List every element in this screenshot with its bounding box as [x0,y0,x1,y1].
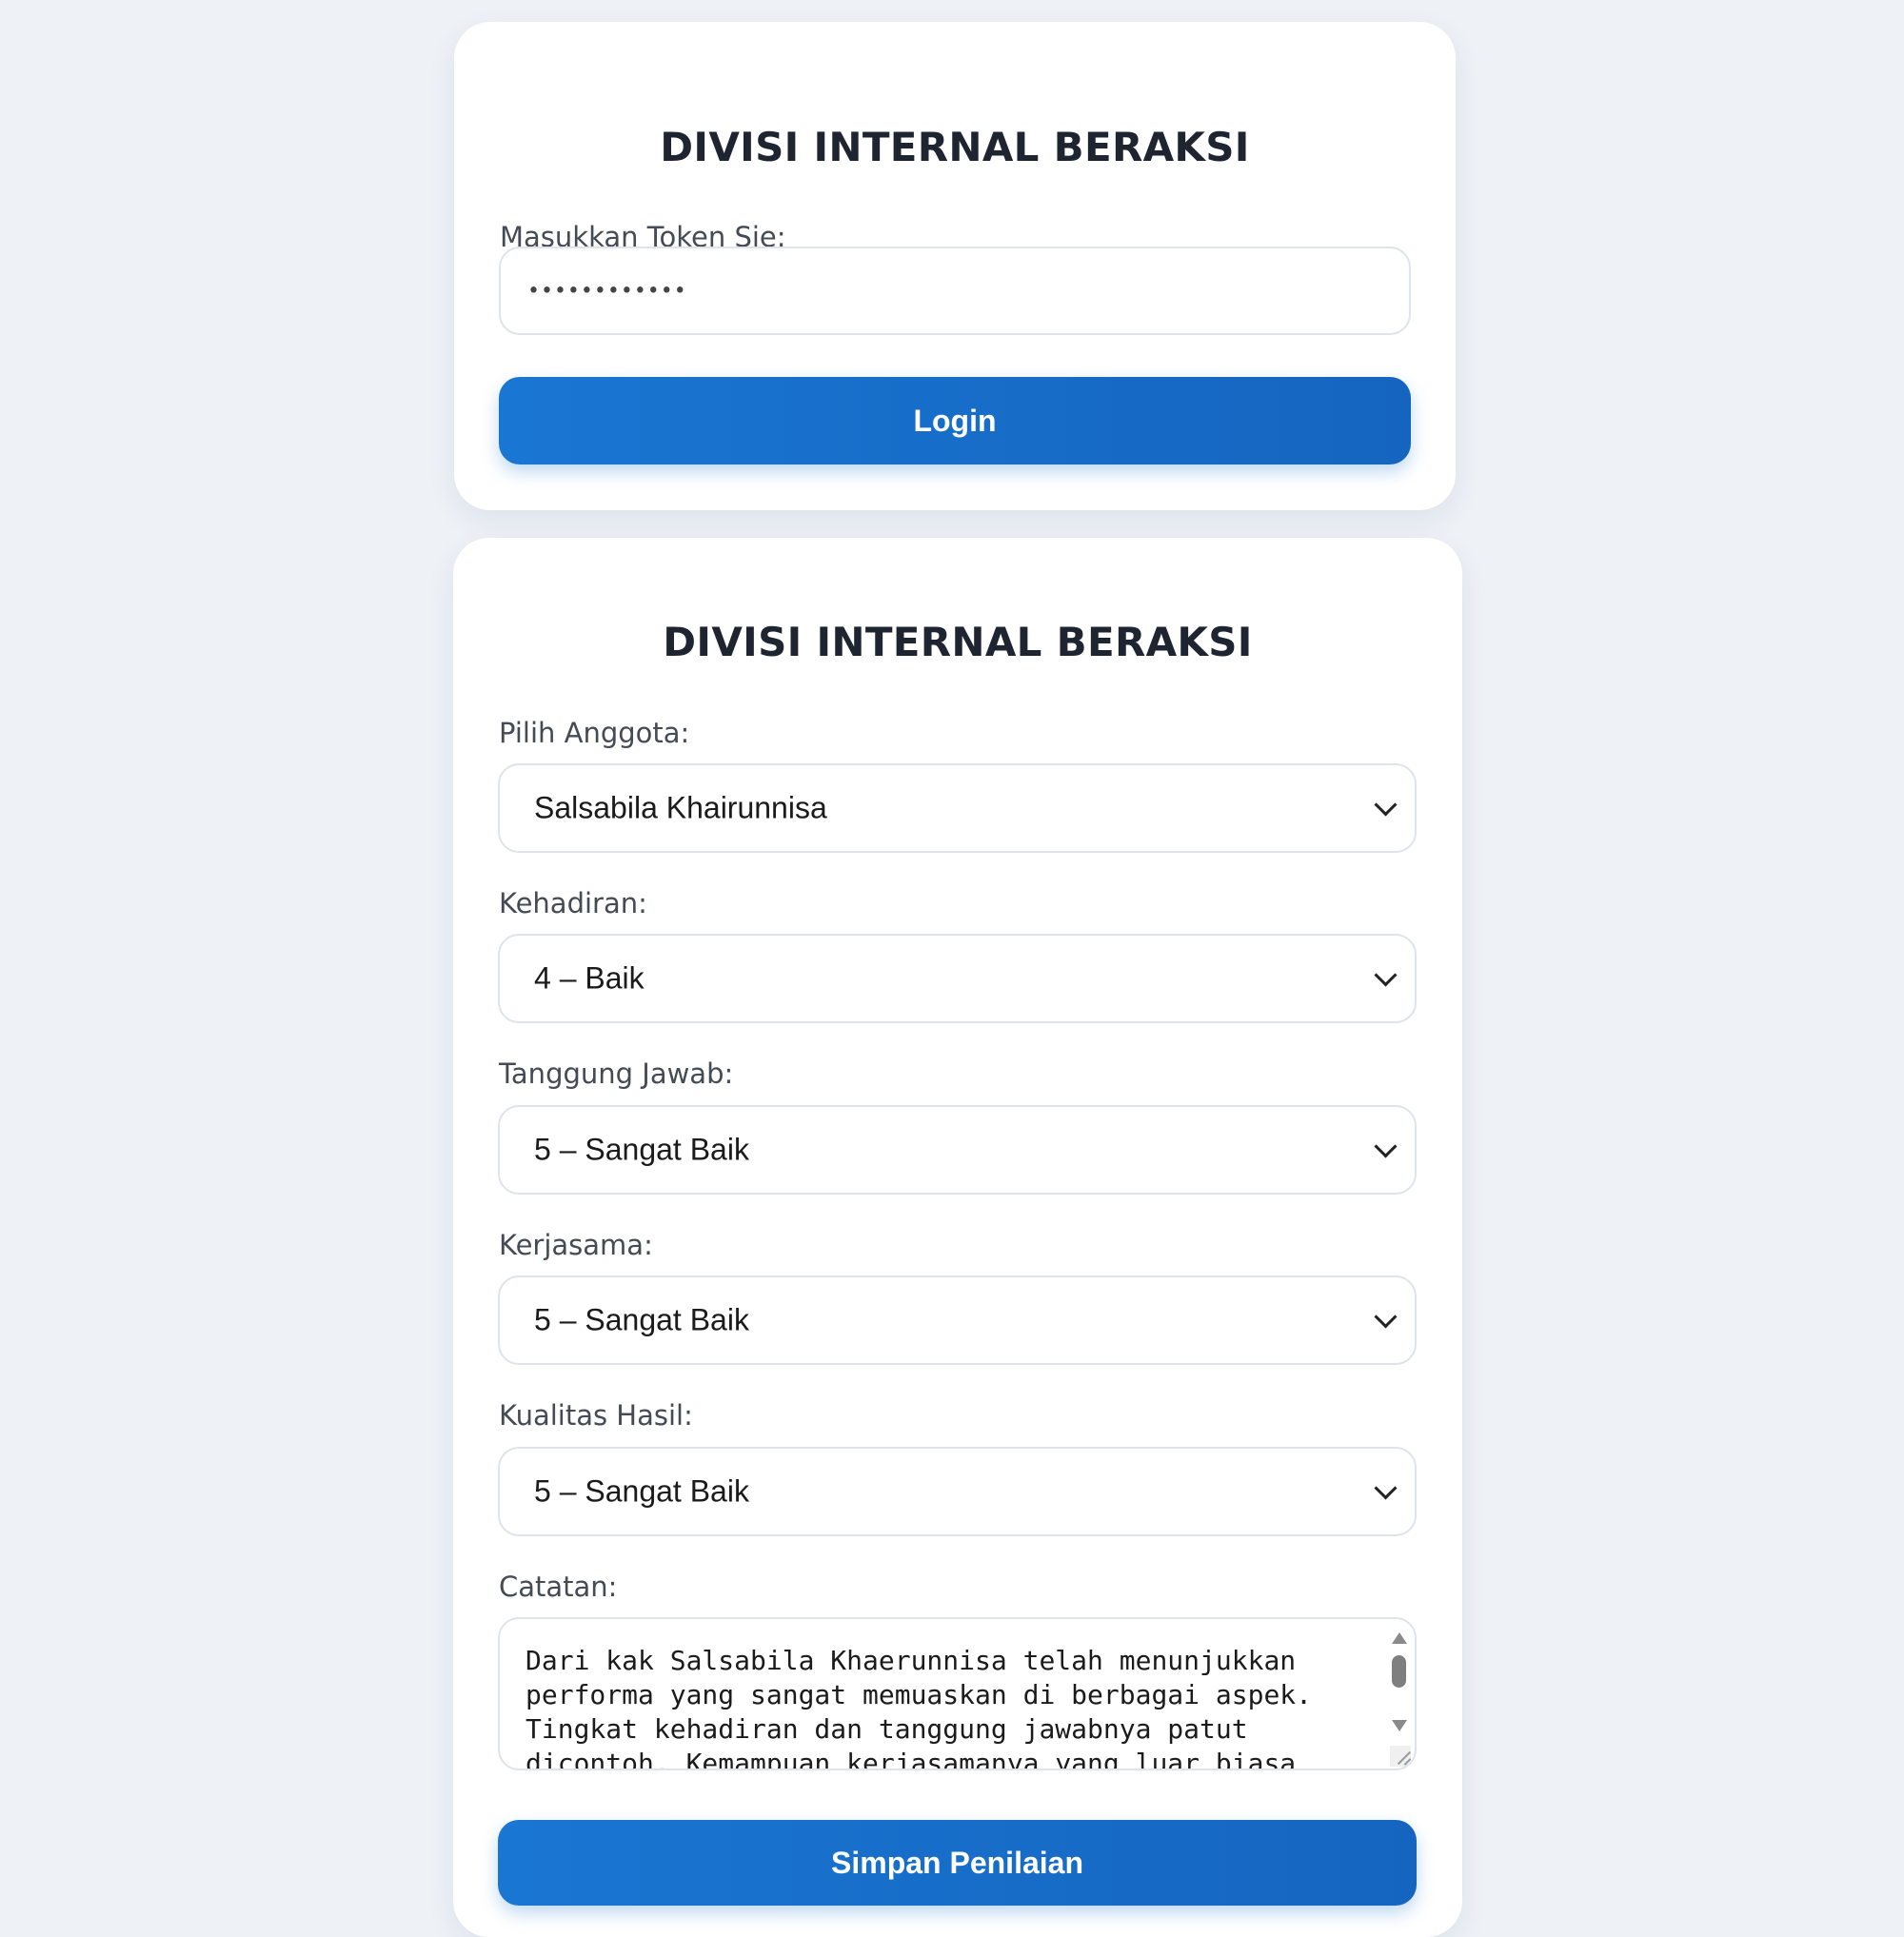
chevron-down-icon [1374,963,1398,987]
arrow-down-icon[interactable] [1392,1720,1407,1731]
teamwork-select[interactable]: 5 – Sangat Baik [498,1275,1417,1365]
rating-card: DIVISI INTERNAL BERAKSI Pilih Anggota: S… [453,538,1462,1937]
notes-scrollbar[interactable] [1386,1625,1411,1739]
token-input-value: •••••••••••• [527,279,687,303]
resize-grip-icon[interactable] [1390,1746,1411,1767]
attendance-select[interactable]: 4 – Baik [498,934,1417,1023]
responsibility-select-value: 5 – Sangat Baik [534,1132,749,1167]
member-label: Pilih Anggota: [499,717,690,749]
chevron-down-icon [1374,793,1398,817]
token-input[interactable]: •••••••••••• [499,247,1411,335]
teamwork-label: Kerjasama: [499,1229,653,1261]
notes-textarea[interactable]: Dari kak Salsabila Khaerunnisa telah men… [498,1617,1417,1770]
attendance-select-value: 4 – Baik [534,960,645,996]
chevron-down-icon [1374,1305,1398,1329]
rating-title: DIVISI INTERNAL BERAKSI [663,619,1253,665]
chevron-down-icon [1374,1476,1398,1500]
quality-label: Kualitas Hasil: [499,1399,693,1432]
chevron-down-icon [1374,1135,1398,1158]
login-title: DIVISI INTERNAL BERAKSI [660,124,1250,170]
responsibility-select[interactable]: 5 – Sangat Baik [498,1105,1417,1195]
teamwork-select-value: 5 – Sangat Baik [534,1302,749,1337]
notes-text: Dari kak Salsabila Khaerunnisa telah men… [526,1645,1313,1770]
notes-label: Catatan: [499,1571,618,1603]
attendance-label: Kehadiran: [499,887,647,919]
arrow-up-icon[interactable] [1392,1632,1407,1644]
responsibility-label: Tanggung Jawab: [499,1057,734,1090]
scrollbar-thumb[interactable] [1392,1655,1406,1688]
login-button[interactable]: Login [499,377,1411,464]
login-card: DIVISI INTERNAL BERAKSI Masukkan Token S… [454,22,1456,510]
member-select-value: Salsabila Khairunnisa [534,790,827,825]
quality-select-value: 5 – Sangat Baik [534,1473,749,1509]
member-select[interactable]: Salsabila Khairunnisa [498,763,1417,853]
quality-select[interactable]: 5 – Sangat Baik [498,1447,1417,1536]
save-rating-button[interactable]: Simpan Penilaian [498,1820,1417,1906]
